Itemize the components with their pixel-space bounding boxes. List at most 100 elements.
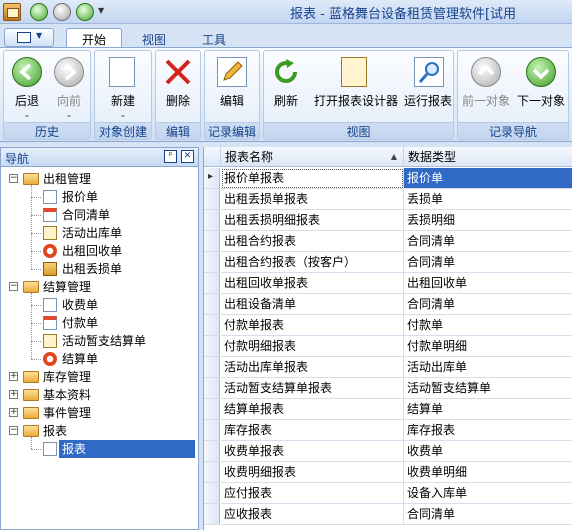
collapse-icon[interactable]: −	[9, 282, 18, 291]
cell-report-name[interactable]: 应收报表	[221, 504, 404, 525]
table-row[interactable]: 应付报表 设备入库单	[204, 483, 572, 504]
cell-report-name[interactable]: 出租合约报表（按客户）	[221, 252, 404, 273]
collapse-icon[interactable]: −	[9, 174, 18, 183]
back-button[interactable]: 后退 ⌄	[6, 53, 48, 125]
tree-folder[interactable]: + 库存管理	[1, 368, 198, 386]
cell-data-type[interactable]: 活动暂支结算单	[404, 378, 572, 399]
row-indicator[interactable]	[204, 252, 220, 273]
forward-dropdown-icon[interactable]: ⌄	[48, 110, 90, 119]
cell-report-name[interactable]: 应付报表	[221, 483, 404, 504]
cell-report-name[interactable]: 出租合约报表	[221, 231, 404, 252]
cell-report-name[interactable]: 活动暂支结算单报表	[221, 378, 404, 399]
row-indicator[interactable]	[204, 420, 220, 441]
table-row[interactable]: 出租设备清单 合同清单	[204, 294, 572, 315]
row-indicator[interactable]	[204, 294, 220, 315]
app-icon[interactable]	[3, 3, 21, 21]
tree-folder[interactable]: + 基本资料	[1, 386, 198, 404]
refresh-quick-icon[interactable]	[30, 3, 48, 21]
cell-data-type[interactable]: 收费单明细	[404, 462, 572, 483]
tab-view[interactable]: 视图	[126, 28, 182, 48]
row-indicator[interactable]	[204, 441, 220, 462]
collapse-icon[interactable]: −	[9, 426, 18, 435]
row-indicator[interactable]	[204, 378, 220, 399]
table-row[interactable]: 出租回收单报表 出租回收单	[204, 273, 572, 294]
row-indicator[interactable]	[204, 336, 220, 357]
table-row[interactable]: 活动出库单报表 活动出库单	[204, 357, 572, 378]
cell-report-name[interactable]: 出租丢损明细报表	[221, 210, 404, 231]
table-row[interactable]: 付款单报表 付款单	[204, 315, 572, 336]
close-icon[interactable]: ✕	[181, 150, 194, 163]
row-indicator[interactable]	[204, 189, 220, 210]
cell-report-name[interactable]: 出租丢损单报表	[221, 189, 404, 210]
cell-data-type[interactable]: 出租回收单	[404, 273, 572, 294]
up-quick-icon[interactable]	[53, 3, 71, 21]
row-indicator[interactable]	[204, 399, 220, 420]
next-object-button[interactable]: 下一对象	[514, 53, 568, 125]
expand-icon[interactable]: +	[9, 372, 18, 381]
table-row[interactable]: 出租合约报表（按客户） 合同清单	[204, 252, 572, 273]
table-row[interactable]: 出租合约报表 合同清单	[204, 231, 572, 252]
table-row[interactable]: 库存报表 库存报表	[204, 420, 572, 441]
refresh-button[interactable]: 刷新	[266, 53, 306, 125]
cell-data-type[interactable]: 合同清单	[404, 231, 572, 252]
table-row[interactable]: 活动暂支结算单报表 活动暂支结算单	[204, 378, 572, 399]
table-row[interactable]: 付款明细报表 付款单明细	[204, 336, 572, 357]
cell-data-type[interactable]: 合同清单	[404, 252, 572, 273]
cell-report-name[interactable]: 付款明细报表	[221, 336, 404, 357]
cell-data-type[interactable]: 设备入库单	[404, 483, 572, 504]
cell-report-name[interactable]: 结算单报表	[221, 399, 404, 420]
table-row[interactable]: 收费单报表 收费单	[204, 441, 572, 462]
cell-report-name[interactable]: 出租设备清单	[221, 294, 404, 315]
cell-data-type[interactable]: 活动出库单	[404, 357, 572, 378]
cell-data-type[interactable]: 合同清单	[404, 294, 572, 315]
table-row[interactable]: 应收报表 合同清单	[204, 504, 572, 525]
row-indicator[interactable]	[204, 273, 220, 294]
cell-data-type[interactable]: 结算单	[404, 399, 572, 420]
cell-report-name[interactable]: 收费单报表	[221, 441, 404, 462]
table-row[interactable]: 出租丢损明细报表 丢损明细	[204, 210, 572, 231]
cell-data-type[interactable]: 收费单	[404, 441, 572, 462]
cell-report-name[interactable]: 活动出库单报表	[221, 357, 404, 378]
tab-tools[interactable]: 工具	[186, 28, 242, 48]
forward-button[interactable]: 向前 ⌄	[48, 53, 90, 125]
cell-report-name[interactable]: 库存报表	[221, 420, 404, 441]
cell-report-name[interactable]: 出租回收单报表	[221, 273, 404, 294]
down-quick-icon[interactable]	[76, 3, 94, 21]
tree-folder[interactable]: + 事件管理	[1, 404, 198, 422]
app-menu-button[interactable]: ▼	[4, 28, 54, 47]
edit-button[interactable]: 编辑	[207, 53, 257, 125]
cell-report-name[interactable]: 报价单报表	[221, 168, 404, 189]
pin-icon[interactable]: ᵖ	[164, 150, 177, 163]
cell-data-type[interactable]: 付款单明细	[404, 336, 572, 357]
cell-data-type[interactable]: 丢损明细	[404, 210, 572, 231]
run-report-button[interactable]: 运行报表	[404, 53, 452, 125]
row-indicator[interactable]	[204, 231, 220, 252]
new-dropdown-icon[interactable]: ⌄	[97, 110, 149, 119]
open-report-designer-button[interactable]: 打开报表设计器	[308, 53, 404, 125]
row-indicator[interactable]	[204, 357, 220, 378]
new-button[interactable]: 新建 ⌄	[97, 53, 149, 125]
cell-data-type[interactable]: 付款单	[404, 315, 572, 336]
cell-data-type[interactable]: 合同清单	[404, 504, 572, 525]
cell-data-type[interactable]: 报价单	[404, 168, 572, 189]
previous-object-button[interactable]: 前一对象	[459, 53, 513, 125]
column-header-report-name[interactable]: 报表名称 ▲	[221, 147, 404, 167]
delete-button[interactable]: 删除	[158, 53, 198, 125]
expand-icon[interactable]: +	[9, 390, 18, 399]
table-row[interactable]: 收费明细报表 收费单明细	[204, 462, 572, 483]
row-indicator[interactable]	[204, 504, 220, 525]
cell-report-name[interactable]: 付款单报表	[221, 315, 404, 336]
quick-access-dropdown-icon[interactable]: ▼	[98, 6, 104, 15]
row-indicator[interactable]	[204, 483, 220, 504]
cell-report-name[interactable]: 收费明细报表	[221, 462, 404, 483]
row-indicator[interactable]	[204, 210, 220, 231]
cell-data-type[interactable]: 丢损单	[404, 189, 572, 210]
table-row[interactable]: 出租丢损单报表 丢损单	[204, 189, 572, 210]
table-row[interactable]: 结算单报表 结算单	[204, 399, 572, 420]
row-indicator[interactable]: ▸	[204, 168, 220, 189]
expand-icon[interactable]: +	[9, 408, 18, 417]
row-indicator[interactable]	[204, 462, 220, 483]
table-row[interactable]: ▸ 报价单报表 报价单	[204, 168, 572, 189]
back-dropdown-icon[interactable]: ⌄	[6, 110, 48, 119]
tab-start[interactable]: 开始	[66, 28, 122, 48]
